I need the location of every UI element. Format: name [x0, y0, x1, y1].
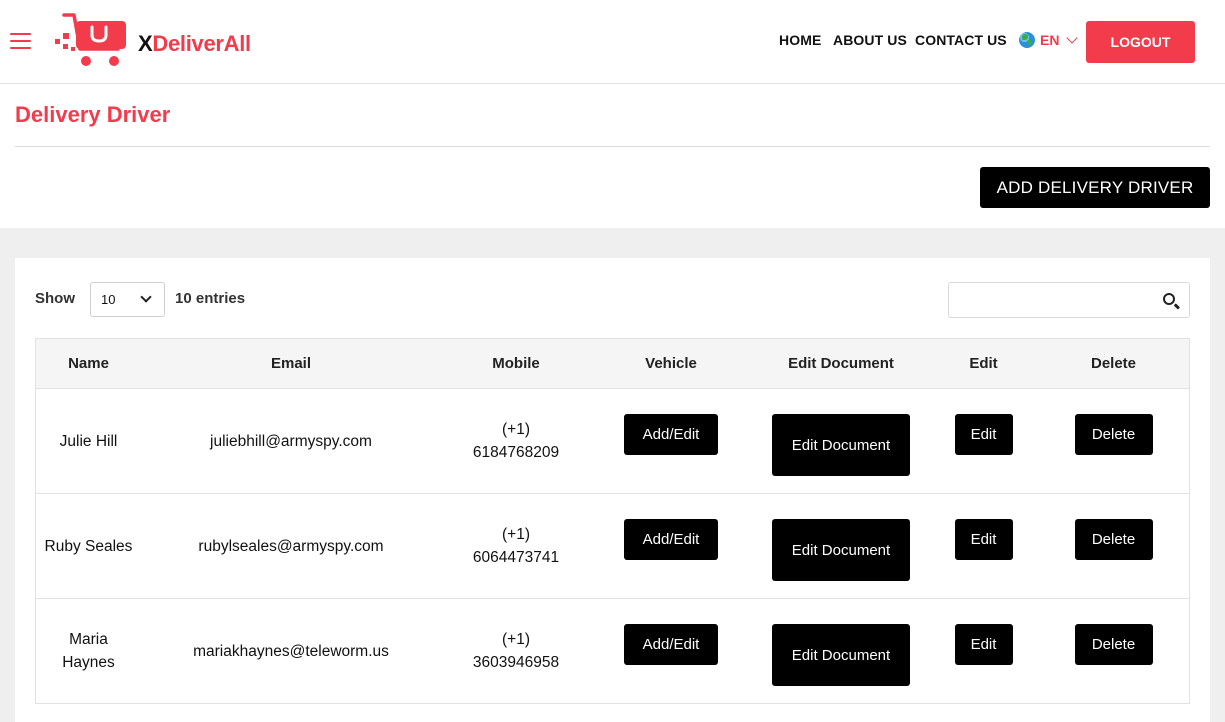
- table-row: Ruby Seales rubylseales@armyspy.com (+1)…: [35, 494, 1190, 599]
- driver-mobile: (+1) 6064473741: [441, 494, 591, 598]
- search-box: [948, 282, 1190, 318]
- vehicle-add-edit-button[interactable]: Add/Edit: [624, 519, 718, 560]
- column-header-edit-document[interactable]: Edit Document: [751, 339, 931, 389]
- vehicle-add-edit-button[interactable]: Add/Edit: [624, 414, 718, 455]
- hamburger-menu-icon[interactable]: [10, 33, 31, 49]
- cart-logo-icon[interactable]: [54, 13, 130, 71]
- entries-label: 10 entries: [175, 290, 246, 307]
- language-label: EN: [1040, 32, 1060, 48]
- search-icon[interactable]: [1163, 293, 1175, 305]
- delete-button[interactable]: Delete: [1074, 414, 1153, 455]
- logout-button[interactable]: LOGOUT: [1086, 21, 1195, 63]
- edit-button[interactable]: Edit: [954, 624, 1013, 665]
- driver-name: Julie Hill: [59, 432, 118, 450]
- driver-email: mariakhaynes@teleworm.us: [193, 642, 389, 660]
- mobile-number: 3603946958: [472, 654, 560, 671]
- mobile-number: 6184768209: [472, 444, 560, 461]
- table-row: Maria Haynes mariakhaynes@teleworm.us (+…: [35, 599, 1190, 704]
- page-title: Delivery Driver: [15, 102, 171, 127]
- mobile-country-code: (+1): [502, 421, 530, 438]
- globe-icon: [1019, 32, 1035, 48]
- mobile-country-code: (+1): [502, 526, 530, 543]
- search-input[interactable]: [957, 289, 1157, 311]
- driver-mobile: (+1) 6184768209: [441, 389, 591, 493]
- column-header-mobile[interactable]: Mobile: [441, 339, 591, 389]
- edit-button[interactable]: Edit: [954, 414, 1013, 455]
- driver-name: Maria Haynes: [62, 631, 115, 671]
- driver-mobile: (+1) 3603946958: [441, 599, 591, 703]
- page-size-select[interactable]: 10: [90, 282, 165, 317]
- column-header-delete[interactable]: Delete: [1036, 339, 1191, 389]
- delete-button[interactable]: Delete: [1074, 624, 1153, 665]
- chevron-down-icon: [140, 291, 152, 303]
- drivers-table: Name Email Mobile Vehicle Edit Document …: [35, 338, 1190, 704]
- column-header-edit[interactable]: Edit: [931, 339, 1036, 389]
- column-header-email[interactable]: Email: [141, 339, 441, 389]
- vehicle-add-edit-button[interactable]: Add/Edit: [624, 624, 718, 665]
- title-divider: [15, 146, 1210, 147]
- nav-about-link[interactable]: ABOUT US: [833, 32, 907, 48]
- driver-name: Ruby Seales: [44, 537, 133, 555]
- table-header: Name Email Mobile Vehicle Edit Document …: [35, 338, 1190, 389]
- nav-contact-link[interactable]: CONTACT US: [915, 32, 1007, 48]
- edit-document-button[interactable]: Edit Document: [772, 624, 910, 686]
- top-navigation-bar: XDeliverAll HOME ABOUT US CONTACT US EN …: [0, 0, 1225, 84]
- nav-home-link[interactable]: HOME: [779, 32, 821, 48]
- driver-email: rubylseales@armyspy.com: [198, 537, 384, 555]
- delete-button[interactable]: Delete: [1074, 519, 1153, 560]
- brand-name[interactable]: XDeliverAll: [138, 31, 251, 57]
- edit-button[interactable]: Edit: [954, 519, 1013, 560]
- edit-document-button[interactable]: Edit Document: [772, 414, 910, 476]
- edit-document-button[interactable]: Edit Document: [772, 519, 910, 581]
- mobile-number: 6064473741: [472, 549, 560, 566]
- page-size-value: 10: [101, 292, 116, 307]
- chevron-down-icon: [1066, 32, 1079, 44]
- column-header-vehicle[interactable]: Vehicle: [591, 339, 751, 389]
- show-label: Show: [35, 290, 75, 307]
- table-row: Julie Hill juliebhill@armyspy.com (+1) 61…: [35, 389, 1190, 494]
- column-header-name[interactable]: Name: [36, 339, 141, 389]
- mobile-country-code: (+1): [502, 631, 530, 648]
- language-selector[interactable]: EN: [1019, 32, 1079, 48]
- driver-email: juliebhill@armyspy.com: [210, 432, 372, 450]
- add-delivery-driver-button[interactable]: ADD DELIVERY DRIVER: [980, 167, 1210, 208]
